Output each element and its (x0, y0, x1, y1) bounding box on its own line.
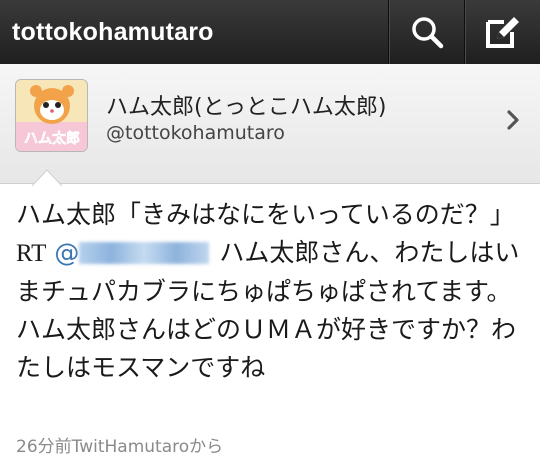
retweet-label: RT (16, 240, 47, 267)
tweet-pointer (32, 169, 62, 186)
mention-prefix: @ (54, 238, 80, 267)
redacted-username (79, 242, 210, 264)
display-name: ハム太郎(とっとこハム太郎) (106, 95, 387, 120)
compose-button[interactable] (464, 0, 540, 64)
mention-link[interactable]: @ (54, 238, 219, 267)
chevron-right-icon (507, 110, 519, 130)
avatar-logo-text: ハム太郎 (24, 130, 80, 147)
search-button[interactable] (388, 0, 464, 64)
search-icon (411, 17, 443, 49)
avatar[interactable]: ハム太郎 (15, 79, 88, 152)
top-action-bar: tottokohamutaro (0, 0, 540, 64)
user-handle: @tottokohamutaro (106, 122, 285, 144)
tweet-meta: 26分前TwitHamutaroから (16, 437, 224, 457)
compose-icon (485, 17, 519, 48)
account-title: tottokohamutaro (12, 17, 214, 46)
profile-header[interactable]: ハム太郎 ハム太郎(とっとこハム太郎) @tottokohamutaro (0, 64, 540, 184)
tweet-text-before: ハム太郎「きみはなにをいっているのだ？」 (16, 200, 515, 229)
tweet-text: ハム太郎「きみはなにをいっているのだ？」 RT @ ハム太郎さん、わたしはいまチュ… (16, 196, 526, 387)
